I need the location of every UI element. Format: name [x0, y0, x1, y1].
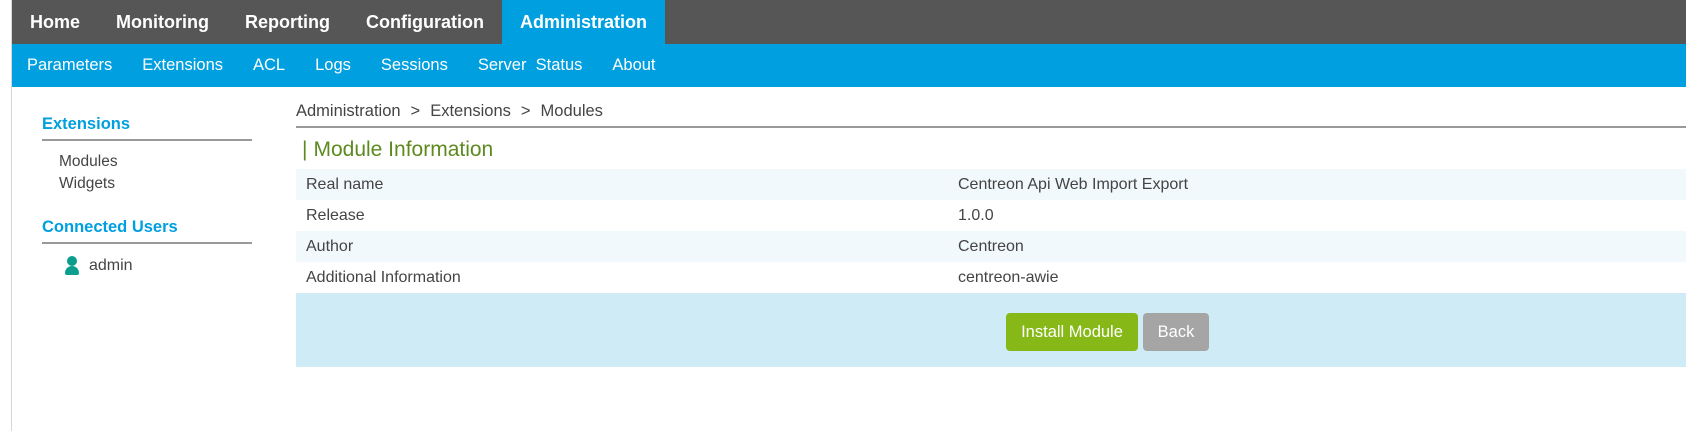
sidebar: Extensions Modules Widgets Connected Use… [42, 115, 252, 276]
subnav-acl[interactable]: ACL [253, 56, 285, 75]
tab-reporting[interactable]: Reporting [227, 0, 348, 44]
row-label: Release [306, 206, 365, 224]
sidebar-item-modules[interactable]: Modules [59, 151, 252, 173]
row-value: centreon-awie [958, 268, 1059, 286]
section-title-text: Module Information [313, 138, 494, 161]
top-navigation: Home Monitoring Reporting Configuration … [12, 0, 1686, 44]
tab-administration[interactable]: Administration [501, 0, 665, 44]
subnav-parameters[interactable]: Parameters [27, 56, 112, 75]
tab-configuration[interactable]: Configuration [348, 0, 502, 44]
subnav-server-status[interactable]: Server Status [478, 56, 583, 75]
connected-user-name: admin [89, 257, 133, 274]
section-title: | Module Information [302, 138, 493, 162]
row-value: 1.0.0 [958, 206, 994, 224]
sidebar-users-title: Connected Users [42, 218, 252, 244]
left-edge [0, 0, 12, 431]
tab-home[interactable]: Home [12, 0, 98, 44]
install-module-button[interactable]: Install Module [1006, 313, 1138, 351]
row-label: Real name [306, 175, 384, 193]
user-icon [65, 256, 79, 276]
row-value: Centreon [958, 237, 1024, 255]
table-row: Release 1.0.0 [296, 200, 1686, 231]
subnav-sessions[interactable]: Sessions [381, 56, 448, 75]
back-button[interactable]: Back [1143, 313, 1209, 351]
breadcrumb-extensions[interactable]: Extensions [430, 102, 511, 121]
breadcrumb: Administration > Extensions > Modules [296, 102, 1686, 128]
row-label: Additional Information [306, 268, 461, 286]
sidebar-extensions-title: Extensions [42, 115, 252, 141]
module-info-table: Real name Centreon Api Web Import Export… [296, 169, 1686, 293]
sub-navigation: Parameters Extensions ACL Logs Sessions … [12, 44, 1686, 87]
section-title-bar: | [302, 138, 308, 161]
breadcrumb-modules[interactable]: Modules [541, 102, 603, 121]
subnav-logs[interactable]: Logs [315, 56, 351, 75]
sidebar-item-widgets[interactable]: Widgets [59, 173, 252, 195]
action-bar: Install Module Back [296, 293, 1686, 367]
table-row: Author Centreon [296, 231, 1686, 262]
table-row: Real name Centreon Api Web Import Export [296, 169, 1686, 200]
subnav-extensions[interactable]: Extensions [142, 56, 223, 75]
sidebar-extensions-list: Modules Widgets [42, 141, 252, 195]
tab-monitoring[interactable]: Monitoring [98, 0, 227, 44]
breadcrumb-administration[interactable]: Administration [296, 102, 401, 121]
breadcrumb-separator: > [520, 102, 531, 120]
table-row: Additional Information centreon-awie [296, 262, 1686, 293]
row-label: Author [306, 237, 354, 255]
subnav-about[interactable]: About [612, 56, 655, 75]
connected-user-row[interactable]: admin [42, 244, 252, 276]
breadcrumb-separator: > [410, 102, 421, 120]
row-value: Centreon Api Web Import Export [958, 175, 1189, 193]
sidebar-connected-users: Connected Users admin [42, 218, 252, 276]
